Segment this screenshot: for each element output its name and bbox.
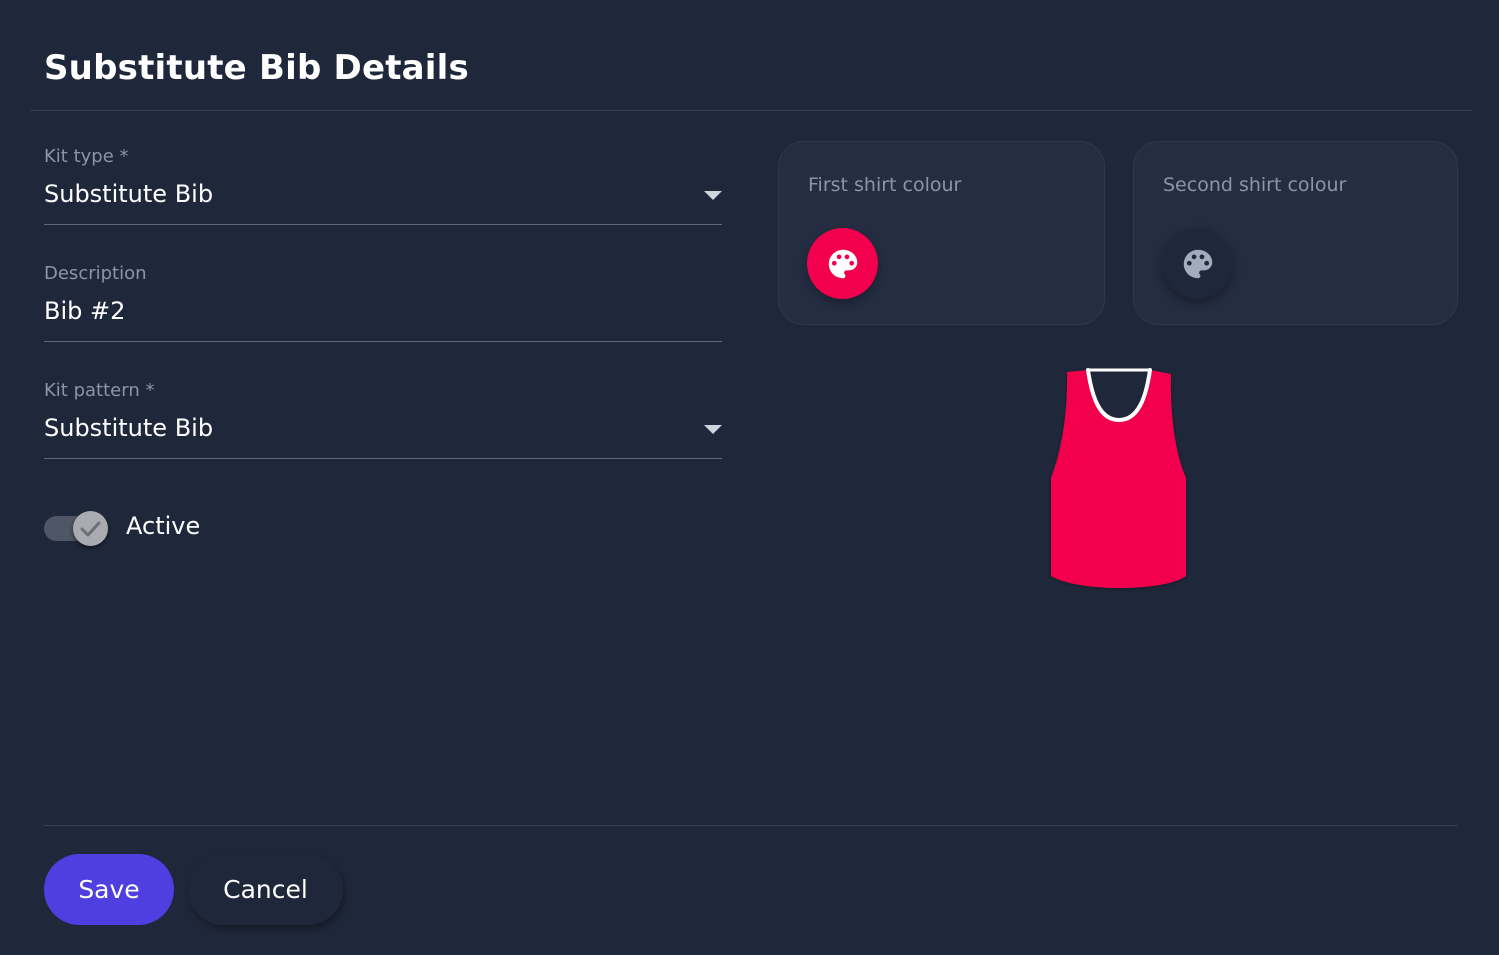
kit-pattern-select[interactable]: Kit pattern * Substitute Bib	[44, 374, 722, 459]
save-button[interactable]: Save	[44, 854, 174, 925]
description-field[interactable]: Description Bib #2	[44, 257, 722, 342]
cancel-button[interactable]: Cancel	[188, 854, 343, 925]
active-toggle[interactable]	[44, 510, 112, 548]
chevron-down-icon	[704, 191, 722, 200]
title-divider	[30, 110, 1472, 111]
check-icon	[80, 521, 101, 537]
bib-body	[1051, 370, 1186, 588]
description-label: Description	[44, 263, 147, 284]
second-colour-picker-button[interactable]	[1162, 228, 1233, 299]
kit-type-value: Substitute Bib	[44, 180, 214, 208]
toggle-thumb	[73, 511, 108, 546]
palette-icon	[1183, 249, 1212, 278]
bib-preview-image	[1051, 368, 1186, 588]
footer-divider	[44, 825, 1458, 826]
chevron-down-icon	[704, 425, 722, 434]
first-shirt-colour-card: First shirt colour	[778, 141, 1105, 325]
kit-pattern-value: Substitute Bib	[44, 414, 214, 442]
first-shirt-colour-label: First shirt colour	[808, 174, 962, 196]
kit-type-label: Kit type *	[44, 146, 129, 167]
active-label: Active	[126, 512, 201, 540]
first-colour-picker-button[interactable]	[807, 228, 878, 299]
page-title: Substitute Bib Details	[44, 48, 469, 88]
palette-icon	[828, 249, 857, 278]
kit-pattern-label: Kit pattern *	[44, 380, 155, 401]
description-value: Bib #2	[44, 297, 126, 325]
substitute-bib-details-dialog: Substitute Bib Details Kit type * Substi…	[0, 0, 1499, 955]
second-shirt-colour-label: Second shirt colour	[1163, 174, 1347, 196]
second-shirt-colour-card: Second shirt colour	[1133, 141, 1458, 325]
kit-type-select[interactable]: Kit type * Substitute Bib	[44, 140, 722, 225]
